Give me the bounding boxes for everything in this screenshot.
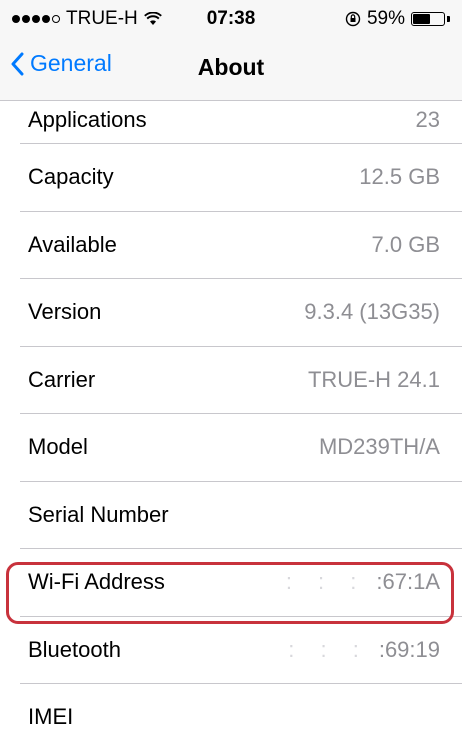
row-label: Carrier: [28, 366, 96, 392]
row-model[interactable]: Model MD239TH/A: [20, 414, 462, 482]
row-wifi-address[interactable]: Wi-Fi Address : : : :67:1A: [20, 549, 462, 617]
row-value: TRUE-H 24.1: [307, 366, 440, 392]
row-label: Bluetooth: [28, 636, 121, 662]
page-title: About: [197, 54, 265, 80]
row-value-redacted: : : :: [288, 636, 369, 662]
row-carrier[interactable]: Carrier TRUE-H 24.1: [20, 347, 462, 414]
battery-percent: 59%: [366, 8, 405, 29]
row-value-visible: :67:1A: [376, 569, 440, 595]
about-list: Applications 23 Capacity 12.5 GB Availab…: [0, 101, 462, 684]
row-imei-partial[interactable]: IMEI: [28, 704, 73, 730]
battery-tip: [447, 16, 450, 22]
row-value-redacted: : : :: [285, 569, 367, 595]
row-serial-number[interactable]: Serial Number: [20, 482, 462, 549]
row-capacity[interactable]: Capacity 12.5 GB: [20, 144, 462, 212]
battery-icon: [411, 12, 445, 26]
row-bluetooth[interactable]: Bluetooth : : : :69:19: [20, 617, 462, 684]
row-value: MD239TH/A: [318, 434, 440, 460]
row-label: Wi-Fi Address: [28, 569, 165, 595]
row-value: 23: [415, 106, 440, 132]
status-right: 59%: [345, 8, 450, 30]
row-value: : : : :67:1A: [286, 569, 440, 595]
row-label: Applications: [28, 106, 147, 132]
row-label: Capacity: [28, 164, 114, 190]
row-value: 7.0 GB: [371, 231, 440, 257]
row-value: : : : :69:19: [288, 637, 440, 663]
battery-level-fill: [413, 14, 430, 24]
row-label: Serial Number: [28, 501, 169, 527]
orientation-lock-icon: [345, 11, 361, 27]
row-applications[interactable]: Applications 23: [20, 101, 462, 144]
row-value: 9.3.4 (13G35): [304, 299, 440, 325]
status-bar: TRUE-H 07:38 59%: [0, 0, 462, 40]
row-label: Version: [28, 299, 102, 325]
row-value-visible: :69:19: [378, 636, 440, 662]
row-available[interactable]: Available 7.0 GB: [20, 212, 462, 279]
row-label: Model: [28, 434, 88, 460]
row-version[interactable]: Version 9.3.4 (13G35): [20, 279, 462, 347]
row-value: 12.5 GB: [359, 164, 440, 190]
navigation-bar: General About: [0, 40, 462, 101]
row-label: Available: [28, 231, 117, 257]
